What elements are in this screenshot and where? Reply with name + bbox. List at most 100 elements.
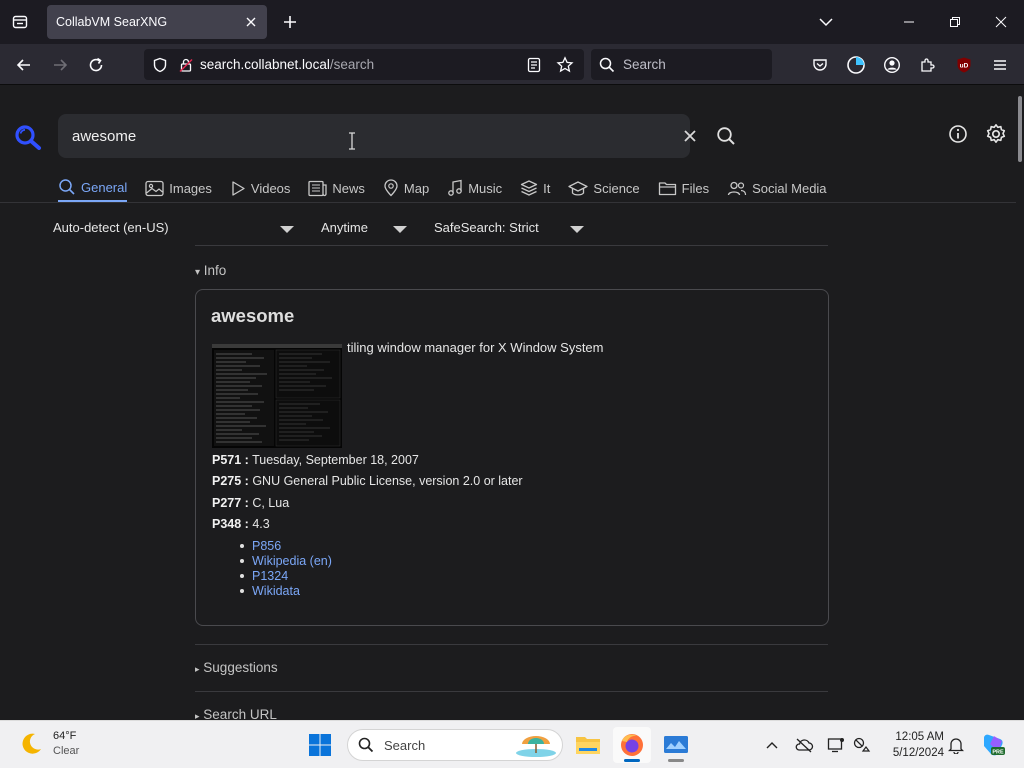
tab-it[interactable]: It (520, 174, 550, 202)
taskbar-firefox[interactable] (613, 727, 651, 763)
search-query-box[interactable]: awesome (58, 114, 735, 158)
firefox-view-button[interactable] (0, 0, 40, 44)
copilot-button[interactable]: PRE (980, 732, 1006, 758)
arrow-right-icon (54, 59, 68, 71)
tab-bar: CollabVM SearXNG (0, 0, 1024, 44)
onedrive-tray-icon[interactable] (794, 735, 814, 755)
shield-icon[interactable] (152, 57, 168, 73)
reader-view-icon[interactable] (526, 57, 542, 73)
circle-extension-icon (847, 56, 865, 74)
extension-button-blue[interactable] (842, 51, 870, 79)
list-item: P856 (252, 538, 332, 553)
infobox-link[interactable]: Wikipedia (en) (252, 554, 332, 568)
minimize-button[interactable] (886, 0, 932, 44)
url-text[interactable]: search.collabnet.local/search (200, 57, 374, 72)
preferences-button[interactable] (984, 122, 1008, 146)
list-item: P1324 (252, 568, 332, 583)
tab-videos[interactable]: Videos (230, 174, 290, 202)
forward-button[interactable] (45, 50, 75, 80)
restore-icon (950, 17, 960, 27)
pocket-button[interactable] (806, 51, 834, 79)
web-search-bar[interactable]: Search (591, 49, 772, 80)
search-url-summary[interactable]: ▸ Search URL (195, 707, 277, 720)
new-tab-button[interactable] (276, 8, 304, 36)
weather-widget[interactable]: 64°F Clear (18, 729, 79, 759)
newspaper-icon (308, 180, 328, 196)
taskbar-search-box[interactable]: Search (347, 729, 563, 761)
infobox-title: awesome (211, 305, 295, 326)
image-icon (145, 180, 164, 196)
tab-label: Files (681, 180, 710, 196)
tab-label: Social Media (752, 180, 827, 196)
show-hidden-icons-button[interactable] (762, 735, 782, 755)
infobox-link[interactable]: P1324 (252, 569, 288, 583)
reload-button[interactable] (81, 50, 111, 80)
safesearch-select[interactable]: SafeSearch: Strict (434, 220, 539, 235)
suggestions-summary[interactable]: ▸ Suggestions (195, 660, 278, 675)
ublock-origin-button[interactable]: uD (950, 51, 978, 79)
divider (195, 691, 828, 692)
infobox-screenshot[interactable] (212, 344, 342, 448)
account-button[interactable] (878, 51, 906, 79)
extensions-button[interactable] (914, 51, 942, 79)
triangle-right-icon: ▸ (195, 664, 200, 674)
page-scrollbar[interactable] (1018, 96, 1022, 162)
url-path: /search (329, 57, 375, 72)
insecure-lock-icon[interactable] (178, 57, 194, 73)
infobox-link[interactable]: P856 (252, 539, 281, 553)
searxng-logo[interactable] (14, 124, 42, 155)
page-content: awesome General Images Videos News Map M… (0, 86, 1024, 720)
attribute-value: C, Lua (252, 496, 290, 510)
about-button[interactable] (946, 122, 970, 146)
network-tray-icon[interactable] (852, 735, 872, 755)
tab-close-button[interactable] (239, 10, 263, 34)
url-bar[interactable]: search.collabnet.local/search (144, 49, 584, 80)
info-summary[interactable]: ▾ Info (195, 263, 226, 278)
tab-general[interactable]: General (58, 174, 128, 202)
running-indicator (624, 759, 640, 762)
search-highlight-icon (516, 736, 556, 757)
clock-time: 12:05 AM (895, 731, 944, 743)
browser-tab-active[interactable]: CollabVM SearXNG (47, 5, 267, 39)
tab-science[interactable]: Science (568, 174, 640, 202)
clear-search-button[interactable] (680, 126, 700, 146)
taskbar-remote-desktop[interactable] (657, 727, 695, 763)
folder-icon (576, 737, 600, 754)
taskbar-clock[interactable]: 12:05 AM 5/12/2024 (880, 729, 944, 761)
category-tabs: General Images Videos News Map Music It (58, 174, 845, 204)
start-button[interactable] (308, 733, 332, 762)
display-tray-icon[interactable] (826, 735, 846, 755)
back-button[interactable] (9, 50, 39, 80)
notifications-button[interactable] (946, 735, 966, 755)
window-controls (886, 0, 1024, 44)
tab-files[interactable]: Files (658, 174, 709, 202)
url-host: search.collabnet.local (200, 57, 330, 72)
chevron-down-icon[interactable] (570, 226, 584, 233)
language-select[interactable]: Auto-detect (en-US) (53, 220, 169, 235)
attribute-key: P348 : (212, 517, 249, 531)
bookmark-star-icon[interactable] (556, 55, 574, 74)
tab-images[interactable]: Images (145, 174, 212, 202)
time-range-select[interactable]: Anytime (321, 220, 368, 235)
gear-icon (986, 124, 1006, 143)
taskbar-file-explorer[interactable] (569, 727, 607, 763)
search-input[interactable]: awesome (72, 128, 690, 145)
pocket-icon (813, 59, 827, 71)
tab-social-media[interactable]: Social Media (727, 174, 827, 202)
app-menu-button[interactable] (986, 51, 1014, 79)
list-all-tabs-button[interactable] (812, 8, 840, 36)
submit-search-button[interactable] (714, 124, 738, 148)
chevron-down-icon[interactable] (280, 226, 294, 233)
close-window-button[interactable] (978, 0, 1024, 44)
tab-music[interactable]: Music (447, 174, 502, 202)
tab-label: Music (468, 180, 503, 196)
puzzle-icon (921, 58, 935, 72)
chevron-down-icon[interactable] (393, 226, 407, 233)
tab-map[interactable]: Map (383, 174, 429, 202)
close-icon (684, 130, 696, 142)
weather-temperature: 64°F (53, 730, 77, 742)
restore-button[interactable] (932, 0, 978, 44)
infobox-link[interactable]: Wikidata (252, 584, 300, 598)
tab-news[interactable]: News (308, 174, 365, 202)
account-icon (883, 56, 901, 74)
